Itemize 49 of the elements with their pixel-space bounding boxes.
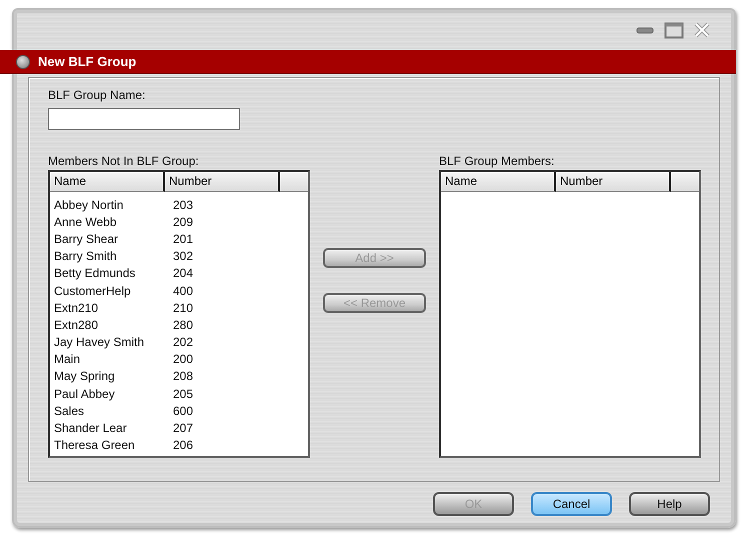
table-cell-text: Abbey Nortin [53, 198, 124, 212]
group-members-list[interactable]: Name Number [439, 170, 701, 458]
table-cell-text: 600 [172, 404, 194, 418]
table-cell-text: 280 [172, 318, 194, 332]
window-title: New BLF Group [38, 54, 136, 69]
table-cell-text: Sales [53, 404, 86, 418]
column-header[interactable]: Name [441, 172, 556, 192]
close-icon[interactable] [694, 22, 710, 38]
table-cell-text: 207 [172, 421, 194, 436]
list-label: BLF Group Members: [439, 154, 556, 168]
column-header[interactable] [671, 172, 699, 192]
table-cell-text: Extn210 [53, 300, 100, 315]
table-cell-text: 210 [172, 300, 194, 315]
column-header[interactable]: Name [50, 172, 165, 192]
table-cell-text: 302 [172, 249, 194, 264]
window-icon [16, 54, 30, 68]
table-cell-text: Jay Havey Smith [53, 335, 146, 350]
table-cell-text: Main [53, 352, 82, 366]
table-cell-text: Theresa Green [53, 438, 136, 452]
help-button[interactable]: Help [629, 492, 710, 516]
list-label: Members Not In BLF Group: [48, 154, 200, 168]
cancel-button[interactable]: Cancel [531, 492, 612, 516]
table-cell-text: Barry Smith [53, 249, 118, 264]
table-cell-text: 205 [172, 386, 194, 401]
table-cell-text: 203 [172, 198, 194, 212]
table-cell-text: 209 [172, 214, 194, 229]
table-cell-text: 202 [172, 335, 194, 350]
table-cell-text: May Spring [53, 369, 116, 384]
table-cell-text: 400 [172, 284, 194, 298]
field-label: BLF Group Name: [48, 88, 146, 102]
table-cell-text: 208 [172, 369, 194, 384]
table-cell-text: Barry Shear [53, 232, 120, 246]
table-cell-text: Betty Edmunds [53, 266, 136, 280]
table-cell-text: Extn280 [53, 318, 100, 332]
table-cell-text: Anne Webb [53, 214, 118, 229]
table-cell-text: 204 [172, 266, 194, 280]
table-cell-text: CustomerHelp [53, 284, 132, 298]
table-cell-text: Shander Lear [53, 421, 128, 436]
table-cell-text: Paul Abbey [53, 386, 116, 401]
minimize-icon[interactable] [636, 26, 654, 34]
group-name-field[interactable] [48, 108, 240, 130]
column-header[interactable]: Number [165, 172, 280, 192]
table-cell-text: 200 [172, 352, 194, 366]
table-cell-text: 206 [172, 438, 194, 452]
table-cell-text: 201 [172, 232, 194, 246]
column-header[interactable]: Number [556, 172, 671, 192]
maximize-icon[interactable] [664, 22, 684, 38]
members-list[interactable] [48, 170, 310, 458]
column-header[interactable] [280, 172, 308, 192]
